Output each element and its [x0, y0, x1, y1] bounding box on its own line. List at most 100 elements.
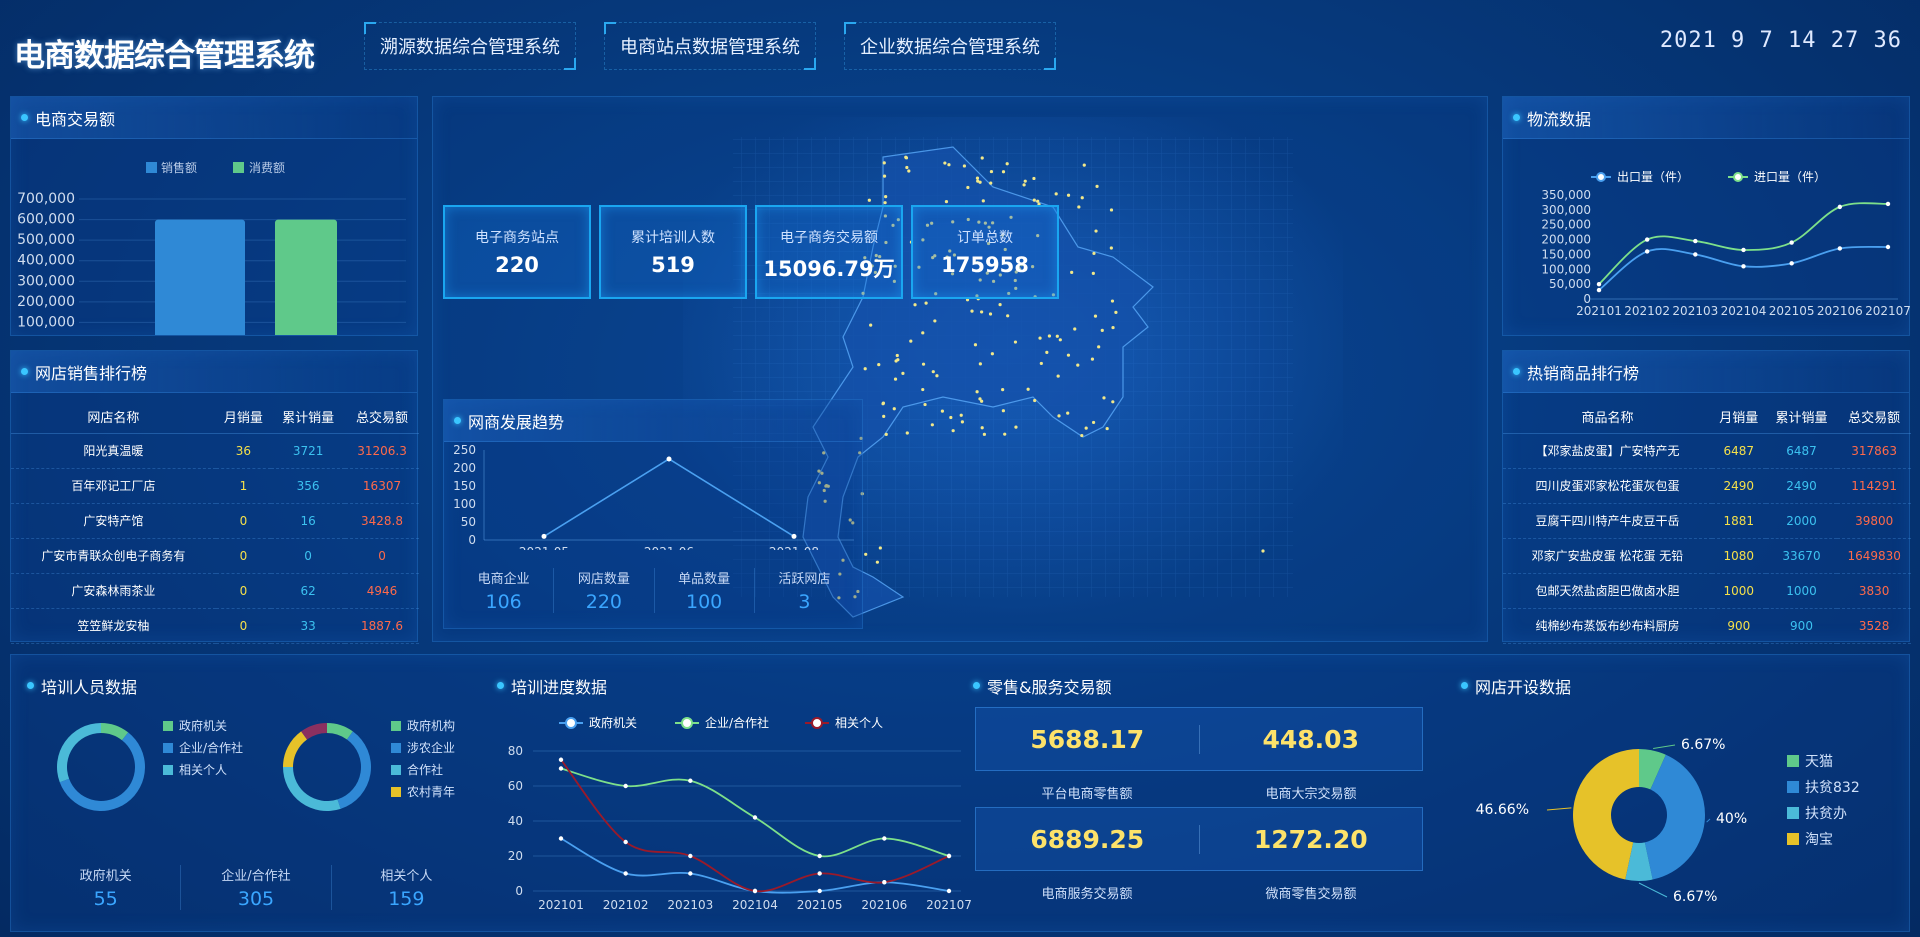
series-line-1 — [560, 767, 950, 858]
table-row[interactable]: 百年邓记工厂店 1 356 16307 — [11, 468, 419, 504]
legend-label: 合作社 — [407, 762, 443, 777]
cell-total-amount: 3528 — [1837, 608, 1911, 644]
retail-label-platform: 平台电商零售额 — [1041, 787, 1133, 802]
cell-total-amount: 3830 — [1837, 573, 1911, 609]
table-row[interactable]: 包邮天然盐卤胆巴做卤水胆 1000 1000 3830 — [1503, 573, 1911, 609]
series-line-0 — [560, 837, 950, 894]
pie-label: 6.67% — [1673, 889, 1717, 905]
cell-total-amount: 31206.3 — [345, 433, 419, 469]
y-tick-label: 50 — [461, 515, 476, 529]
y-tick-label: 80 — [508, 744, 523, 758]
y-tick-label: 0 — [515, 884, 523, 898]
pie-leader — [1638, 882, 1668, 898]
map-dot — [1032, 198, 1036, 202]
map-dot — [1001, 170, 1006, 174]
map-dot — [882, 414, 886, 418]
table-row[interactable]: 豆腐干四川特产牛皮豆干岳 1881 2000 39800 — [1503, 503, 1911, 539]
map-dot — [988, 312, 993, 316]
series-point — [1885, 201, 1891, 207]
map-dot — [1054, 192, 1058, 196]
table-row[interactable]: 广安森林雨茶业 0 62 4946 — [11, 573, 419, 609]
legend-label: 扶贫办 — [1805, 806, 1847, 822]
legend-label: 政府机关 — [179, 718, 227, 733]
legend-label: 涉农企业 — [407, 740, 455, 755]
kpi-label: 企业/合作社 — [221, 869, 291, 884]
legend-label: 天猫 — [1805, 754, 1833, 770]
map-dot — [990, 352, 994, 356]
series-point — [688, 778, 693, 783]
cell-monthly: 6487 — [1711, 433, 1766, 469]
hot-goods-panel: 热销商品排行榜 商品名称 月销量 累计销量 总交易额 【邓家盐皮蛋】广安特产无 6… — [1502, 350, 1911, 644]
map-dot — [978, 397, 982, 401]
cell-monthly: 1881 — [1711, 503, 1766, 539]
series-point — [623, 783, 628, 789]
map-dot — [970, 309, 974, 313]
cell-total-sales: 1000 — [1765, 573, 1838, 609]
cell-total-sales: 16 — [271, 503, 346, 539]
retail-labels-2: 电商服务交易额 微商零售交易额 — [975, 883, 1423, 902]
nav-traceability[interactable]: 溯源数据综合管理系统 — [364, 22, 576, 70]
series-point — [946, 853, 952, 859]
map-dot — [982, 432, 986, 436]
map-dot — [1056, 374, 1060, 378]
series-point — [688, 871, 693, 876]
x-tick-label: 202107 — [926, 898, 971, 912]
table-row[interactable]: 邓家广安盐皮蛋 松花蛋 无铅 1080 33670 1649830 — [1503, 538, 1911, 574]
retail-labels-1: 平台电商零售额 电商大宗交易额 — [975, 783, 1423, 802]
map-dot — [1003, 432, 1007, 436]
table-row[interactable]: 笠笠鲜龙安柚 0 33 1887.6 — [11, 608, 419, 644]
nav-ecommerce-site[interactable]: 电商站点数据管理系统 — [604, 22, 816, 70]
cell-total-sales: 2490 — [1765, 468, 1838, 504]
stat-card-trade-amount: 电子商务交易额 15096.79万 — [755, 205, 903, 299]
map-dot — [980, 310, 984, 314]
series-point — [817, 853, 822, 859]
x-tick-label: 202103 — [667, 898, 713, 912]
legend-swatch — [163, 765, 173, 775]
map-dot — [980, 426, 984, 430]
map-dot — [909, 339, 913, 343]
map-dot — [884, 195, 888, 199]
series-point — [1693, 238, 1698, 244]
cell-total-sales: 2000 — [1765, 503, 1838, 539]
retail-title: 零售&服务交易额 — [971, 671, 1111, 701]
table-row[interactable]: 纯棉纱布蒸饭布纱布料厨房 900 900 3528 — [1503, 608, 1911, 644]
series-point — [1741, 264, 1746, 269]
map-dot — [921, 387, 925, 392]
table-row[interactable]: 四川皮蛋邓家松花蛋灰包蛋 2490 2490 114291 — [1503, 468, 1911, 504]
legend-label: 企业/合作社 — [705, 715, 769, 730]
y-tick-label: 60 — [508, 779, 523, 793]
col-monthly: 月销量 — [1711, 401, 1766, 434]
legend-swatch — [1787, 807, 1799, 819]
center-map-panel: 电子商务站点 220 累计培训人数 519 电子商务交易额 15096.79万 … — [432, 96, 1488, 642]
series-point — [558, 757, 564, 762]
table-row[interactable]: 广安市青联众创电子商务有 0 0 0 — [11, 538, 419, 574]
y-tick-label: 50,000 — [1549, 277, 1591, 291]
table-row[interactable]: 阳光真温暖 36 3721 31206.3 — [11, 433, 419, 469]
shop-open-title: 网店开设数据 — [1459, 671, 1571, 701]
y-tick-label: 250 — [453, 443, 476, 457]
legend-swatch — [163, 721, 173, 731]
map-dot — [935, 374, 939, 378]
pie-slice-3 — [1573, 749, 1639, 880]
table-row[interactable]: 广安特产馆 0 16 3428.8 — [11, 503, 419, 539]
x-tick-label: 202103 — [1672, 304, 1718, 318]
map-dot — [1111, 400, 1115, 404]
cell-monthly: 1080 — [1711, 538, 1766, 574]
map-dot — [1080, 433, 1084, 438]
stat-label: 累计培训人数 — [631, 230, 715, 246]
series-point — [1693, 252, 1698, 257]
table-row[interactable]: 【邓家盐皮蛋】广安特产无 6487 6487 317863 — [1503, 433, 1911, 469]
map-dot — [869, 323, 873, 327]
stat-label: 订单总数 — [957, 230, 1013, 246]
map-dot — [1038, 336, 1042, 340]
retail-value-platform: 5688.17 — [1030, 724, 1145, 754]
map-dot — [1001, 409, 1005, 413]
x-tick-label: 202105 — [1769, 304, 1815, 318]
nav-enterprise[interactable]: 企业数据综合管理系统 — [844, 22, 1056, 70]
map-dot — [1091, 420, 1096, 425]
map-dot — [1058, 338, 1062, 342]
retail-label-service: 电商服务交易额 — [1041, 887, 1133, 902]
series-point — [1596, 281, 1602, 287]
logistics-panel: 物流数据 出口量（件） 进口量（件） 350,000 300,000 250,000… — [1502, 96, 1911, 336]
cell-total-amount: 39800 — [1837, 503, 1911, 539]
